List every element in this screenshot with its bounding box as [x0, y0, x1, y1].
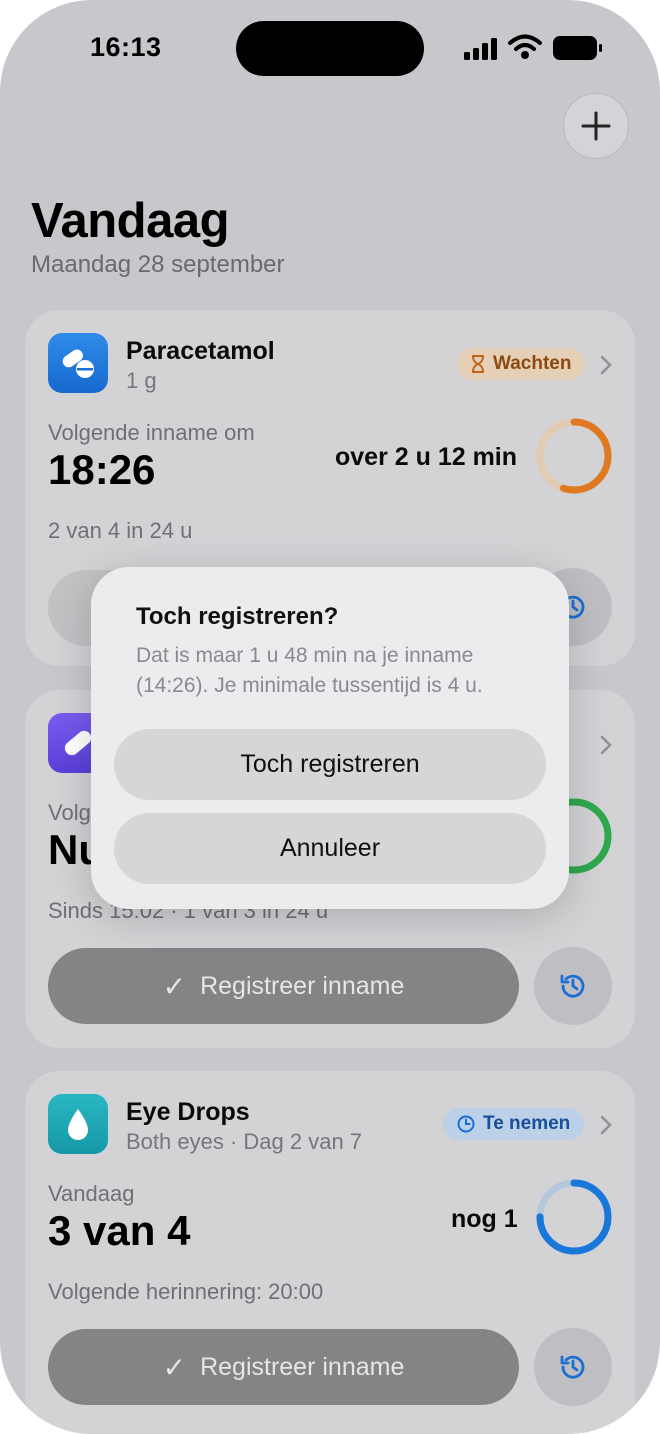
chevron-right-icon[interactable]	[599, 354, 613, 376]
add-button[interactable]	[563, 93, 629, 159]
hourglass-icon	[472, 355, 484, 373]
history-button[interactable]	[534, 1328, 612, 1406]
medication-name: Eye Drops	[126, 1098, 250, 1126]
page-title: Vandaag	[31, 194, 230, 248]
status-bar: 16:13	[0, 0, 660, 100]
status-badge-label: Wachten	[493, 353, 572, 374]
countdown-text: over 2 u 12 min	[335, 443, 518, 471]
pill-icon	[48, 333, 108, 393]
cellular-signal-icon	[464, 38, 497, 60]
checkmark-icon: ✓	[162, 970, 187, 1002]
page-date: Maandag 28 september	[31, 251, 285, 278]
phone-screen: 16:13 Vandaag Maandag 28 september Parac…	[0, 0, 660, 1434]
status-badge-label: Te nemen	[483, 1113, 571, 1134]
dialog-title: Toch registreren?	[136, 603, 339, 630]
clock-icon	[457, 1115, 475, 1133]
history-icon	[560, 974, 585, 998]
dynamic-island	[236, 21, 424, 76]
status-label: Volg	[48, 800, 91, 825]
confirm-dialog: Toch registreren? Dat is maar 1 u 48 min…	[91, 567, 569, 909]
battery-icon	[553, 36, 602, 60]
medication-card-eye-drops[interactable]: Eye Drops Both eyes · Dag 2 van 7 Te nem…	[25, 1071, 635, 1434]
history-icon	[560, 1355, 585, 1379]
register-intake-label: Registreer inname	[200, 971, 405, 1000]
register-intake-label: Registreer inname	[200, 1352, 405, 1381]
medication-name: Paracetamol	[126, 337, 275, 365]
dialog-message: Dat is maar 1 u 48 min na je inname (14:…	[136, 644, 483, 697]
dose-count: 2 van 4 in 24 u	[48, 518, 193, 543]
status-badge: Te nemen	[443, 1108, 585, 1140]
checkmark-icon: ✓	[162, 1351, 187, 1383]
medication-details: Both eyes · Dag 2 van 7	[126, 1129, 363, 1154]
next-dose-label: Volgende inname om	[48, 420, 255, 445]
drop-icon	[48, 1094, 108, 1154]
chevron-right-icon[interactable]	[599, 1114, 613, 1136]
status-badge: Wachten	[457, 348, 586, 380]
today-label: Vandaag	[48, 1181, 135, 1206]
wifi-icon	[508, 34, 542, 59]
next-reminder: Volgende herinnering: 20:00	[48, 1279, 324, 1304]
plus-icon	[581, 111, 611, 141]
status-time: 16:13	[90, 32, 162, 62]
register-intake-button[interactable]: ✓ Registreer inname	[48, 1329, 519, 1405]
progress-ring	[536, 418, 612, 494]
progress-ring	[536, 1179, 612, 1255]
chevron-right-icon[interactable]	[599, 734, 613, 756]
remaining-text: nog 1	[451, 1205, 518, 1233]
confirm-register-button[interactable]: Toch registreren	[114, 729, 546, 800]
doses-taken: 3 van 4	[48, 1207, 191, 1254]
history-button[interactable]	[534, 947, 612, 1025]
medication-dose: 1 g	[126, 368, 157, 393]
next-dose-time: 18:26	[48, 446, 156, 493]
cancel-button[interactable]: Annuleer	[114, 813, 546, 884]
register-intake-button[interactable]: ✓ Registreer inname	[48, 948, 519, 1024]
